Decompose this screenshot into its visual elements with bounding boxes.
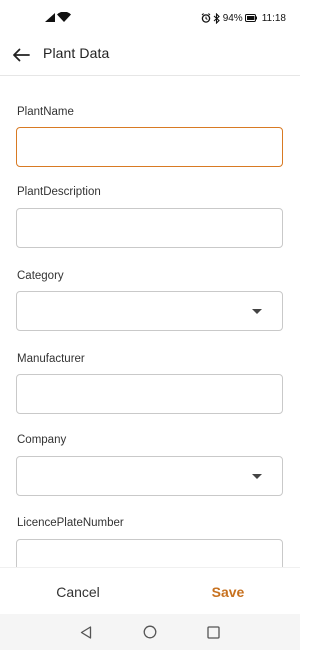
wifi-icon [57, 12, 71, 22]
status-bar: 94% 11:18 [0, 0, 300, 36]
nav-home-button[interactable] [142, 624, 158, 640]
manufacturer-input[interactable] [16, 374, 283, 414]
company-label: Company [17, 434, 67, 446]
dropdown-arrow-icon [252, 474, 262, 479]
arrow-left-icon [13, 48, 30, 62]
dropdown-arrow-icon [252, 309, 262, 314]
bluetooth-icon [213, 12, 220, 24]
category-dropdown[interactable] [16, 291, 283, 331]
plant-description-input[interactable] [16, 208, 283, 248]
plant-name-label: PlantName [17, 106, 74, 118]
battery-percent: 94% [222, 12, 243, 24]
company-dropdown[interactable] [16, 456, 283, 496]
licence-plate-input[interactable] [16, 539, 283, 567]
action-bar: Cancel Save [0, 567, 300, 614]
signal-icon [45, 13, 55, 22]
category-label: Category [17, 270, 64, 282]
save-button[interactable]: Save [188, 580, 268, 604]
recents-square-icon [206, 625, 220, 639]
plant-description-label: PlantDescription [17, 186, 101, 198]
nav-recents-button[interactable] [205, 624, 221, 640]
plant-name-input[interactable] [16, 127, 283, 167]
home-circle-icon [143, 625, 157, 639]
licence-plate-label: LicencePlateNumber [17, 517, 124, 529]
plant-form: PlantName PlantDescription Category Manu… [0, 77, 300, 567]
clock: 11:18 [261, 12, 286, 24]
status-right: 94% 11:18 [201, 11, 286, 25]
alarm-icon [201, 13, 211, 23]
back-triangle-icon [80, 625, 92, 639]
system-nav-bar [0, 614, 300, 650]
manufacturer-label: Manufacturer [17, 353, 85, 365]
battery-icon [244, 14, 257, 22]
cancel-button[interactable]: Cancel [36, 580, 120, 604]
back-button[interactable] [10, 44, 32, 66]
nav-back-button[interactable] [78, 624, 94, 640]
page-title: Plant Data [43, 45, 110, 61]
app-bar: Plant Data [0, 36, 300, 76]
